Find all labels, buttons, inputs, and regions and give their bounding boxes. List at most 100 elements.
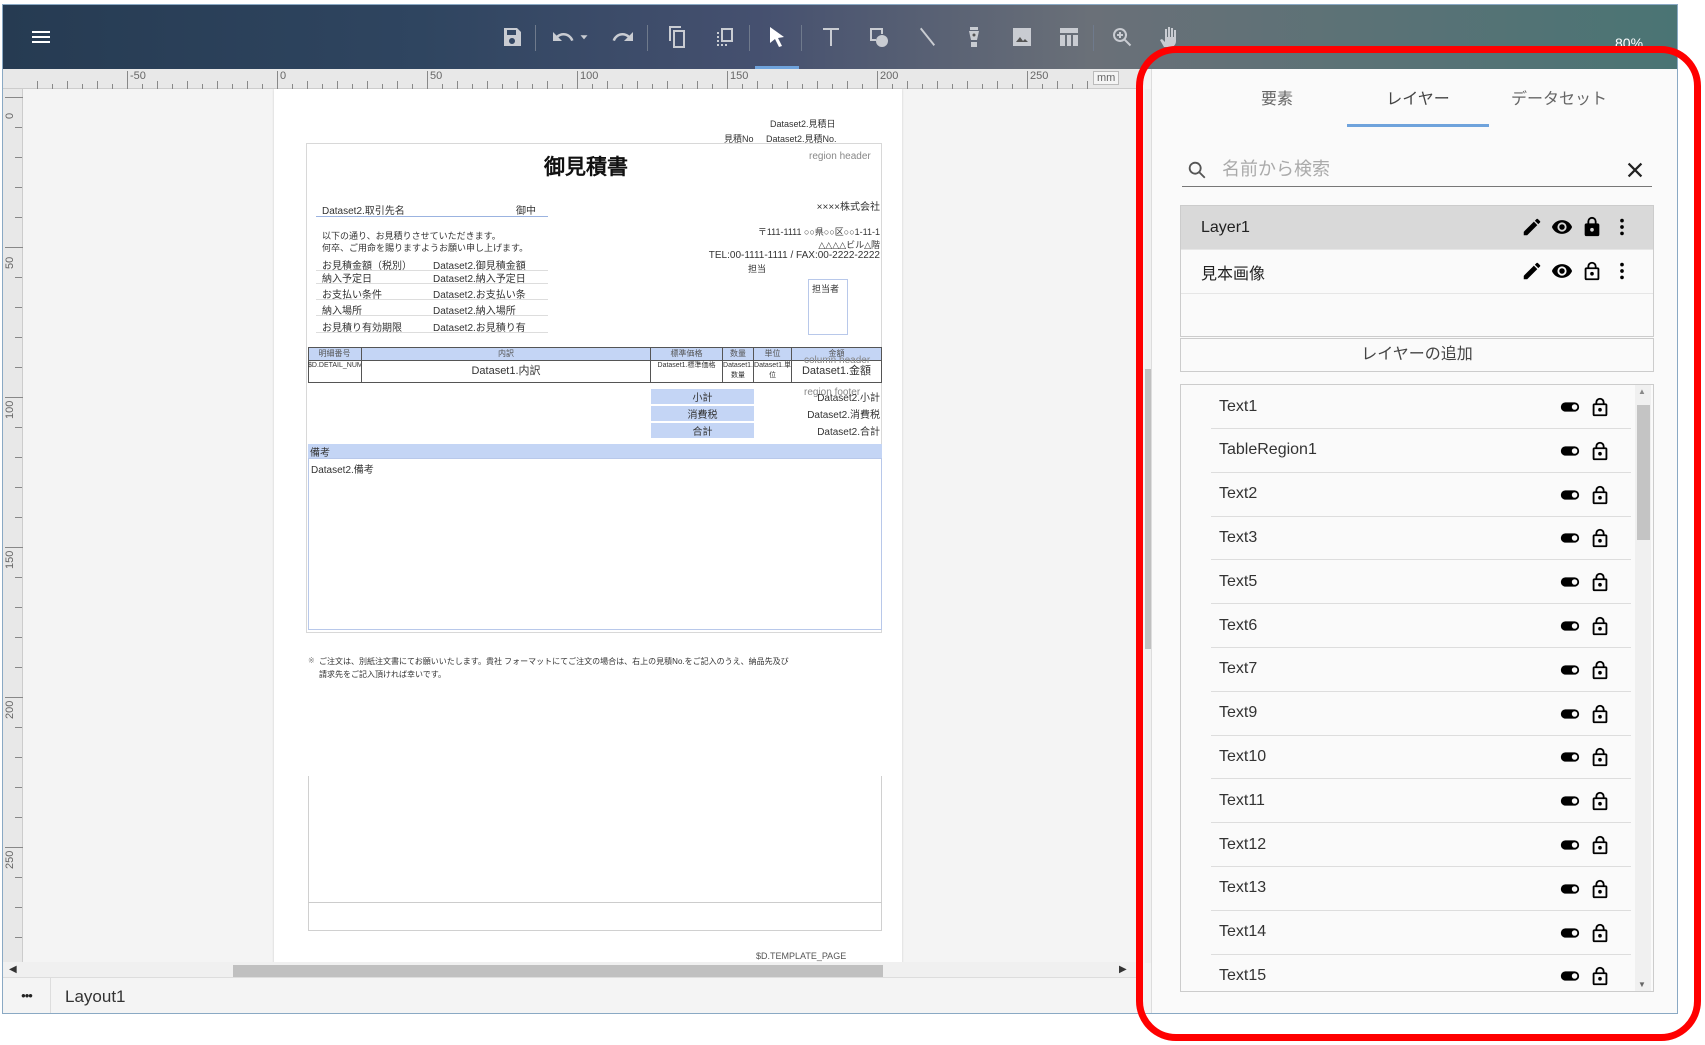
tab-layers[interactable]: レイヤー	[1348, 85, 1488, 109]
hand-tool-icon[interactable]	[1155, 23, 1183, 51]
note-line-1[interactable]: ご注文は、別紙注文書にてお願いいたします。貴社 フォーマットにてご注文の場合は、…	[319, 656, 789, 667]
intro-line-2[interactable]: 何卒、ご用命を賜りますようお願い申し上げます。	[322, 241, 528, 254]
shape-tool-icon[interactable]	[865, 23, 893, 51]
undo-dropdown-icon[interactable]	[577, 23, 591, 51]
staff-stamp-box[interactable]: 担当者	[808, 279, 848, 335]
visibility-toggle-icon[interactable]	[1559, 746, 1581, 768]
total-value[interactable]: Dataset2.小計	[817, 389, 880, 404]
scroll-left-arrow-icon[interactable]: ◀	[9, 964, 17, 975]
table-detail-cell[interactable]: Dataset1.数量	[723, 361, 754, 382]
visibility-toggle-icon[interactable]	[1559, 659, 1581, 681]
table-detail-cell[interactable]: Dataset1.金額	[792, 361, 882, 382]
design-canvas[interactable]: Dataset2.見積日 見積No Dataset2.見積No. region …	[24, 89, 1144, 963]
visibility-toggle-icon[interactable]	[1559, 527, 1581, 549]
lock-icon[interactable]	[1581, 216, 1603, 238]
table-header-cell[interactable]: 金額	[792, 348, 882, 360]
unlock-icon[interactable]	[1589, 484, 1611, 506]
table-detail-cell[interactable]: Dataset1.内訳	[362, 361, 651, 382]
element-row[interactable]: Text13	[1211, 867, 1631, 911]
visibility-toggle-icon[interactable]	[1559, 484, 1581, 506]
element-row[interactable]: Text1	[1211, 385, 1631, 429]
total-label[interactable]: 合計	[651, 423, 754, 438]
element-row[interactable]: Text12	[1211, 823, 1631, 867]
table-detail-cell[interactable]: $D.DETAIL_NUMBER	[308, 361, 362, 382]
table-header-cell[interactable]: 内訳	[362, 348, 651, 360]
layout-tab[interactable]: Layout1	[65, 987, 126, 1007]
visibility-toggle-icon[interactable]	[1559, 703, 1581, 725]
more-vert-icon[interactable]	[1611, 216, 1633, 238]
element-row[interactable]: Text5	[1211, 560, 1631, 605]
unlock-icon[interactable]	[1581, 260, 1603, 282]
tab-elements[interactable]: 要素	[1207, 85, 1347, 109]
visibility-toggle-icon[interactable]	[1559, 922, 1581, 944]
edit-icon[interactable]	[1521, 216, 1543, 238]
total-label[interactable]: 小計	[651, 389, 754, 404]
element-row[interactable]: Text9	[1211, 692, 1631, 736]
close-icon[interactable]	[1624, 159, 1646, 181]
tab-datasets[interactable]: データセット	[1489, 85, 1629, 109]
canvas-horizontal-scrollbar[interactable]: ◀ ▶	[3, 962, 1143, 978]
total-label[interactable]: 消費税	[651, 406, 754, 421]
document-title[interactable]: 御見積書	[544, 151, 628, 181]
element-row[interactable]: Text14	[1211, 911, 1631, 955]
pen-tool-icon[interactable]	[960, 23, 988, 51]
unlock-icon[interactable]	[1589, 922, 1611, 944]
visibility-toggle-icon[interactable]	[1559, 396, 1581, 418]
layer-row[interactable]: Layer1	[1181, 206, 1653, 250]
element-row[interactable]: Text3	[1211, 516, 1631, 561]
element-list-scrollbar[interactable]: ▲ ▼	[1635, 385, 1651, 991]
zoom-tool-icon[interactable]	[1108, 23, 1136, 51]
element-row[interactable]: Text11	[1211, 779, 1631, 824]
address-line-1[interactable]: 〒111-1111 ○○県○○区○○1-11-1	[758, 225, 880, 238]
visibility-toggle-icon[interactable]	[1559, 878, 1581, 900]
table-header-cell[interactable]: 明細番号	[308, 348, 362, 360]
element-row[interactable]: Text6	[1211, 604, 1631, 648]
add-layer-button[interactable]: レイヤーの追加	[1180, 338, 1654, 372]
element-row[interactable]: Text10	[1211, 735, 1631, 780]
unlock-icon[interactable]	[1589, 703, 1611, 725]
table-detail-cell[interactable]: Dataset1.単位	[754, 361, 792, 382]
element-row[interactable]: Text7	[1211, 648, 1631, 692]
copy-icon[interactable]	[663, 23, 691, 51]
scroll-right-arrow-icon[interactable]: ▶	[1119, 964, 1127, 975]
honorific-text[interactable]: 御中	[516, 202, 536, 217]
unlock-icon[interactable]	[1589, 615, 1611, 637]
table-detail-cell[interactable]: Dataset1.標準価格	[651, 361, 723, 382]
image-tool-icon[interactable]	[1008, 23, 1036, 51]
element-row[interactable]: Text2	[1211, 473, 1631, 517]
more-vert-icon[interactable]	[1611, 260, 1633, 282]
element-row[interactable]: TableRegion1	[1211, 429, 1631, 473]
layer-row[interactable]: 見本画像	[1181, 250, 1653, 294]
company-name[interactable]: ××××株式会社	[817, 198, 880, 213]
unlock-icon[interactable]	[1589, 878, 1611, 900]
line-tool-icon[interactable]	[913, 23, 941, 51]
eye-icon[interactable]	[1551, 260, 1573, 282]
visibility-toggle-icon[interactable]	[1559, 834, 1581, 856]
staff-label[interactable]: 担当	[748, 262, 766, 275]
note-line-2[interactable]: 請求先をご記入頂ければ幸いです。	[319, 669, 446, 680]
ruler-unit[interactable]: mm	[1093, 71, 1120, 85]
footer-region-frame[interactable]	[308, 776, 882, 931]
template-page-field[interactable]: $D.TEMPLATE_PAGE	[756, 951, 846, 961]
unlock-icon[interactable]	[1589, 440, 1611, 462]
select-icon[interactable]	[763, 23, 791, 51]
duplicate-icon[interactable]	[711, 23, 739, 51]
unlock-icon[interactable]	[1589, 659, 1611, 681]
total-value[interactable]: Dataset2.消費税	[807, 406, 880, 421]
unlock-icon[interactable]	[1589, 790, 1611, 812]
unlock-icon[interactable]	[1589, 834, 1611, 856]
remarks-box[interactable]: Dataset2.備考	[308, 458, 882, 630]
search-input[interactable]	[1222, 155, 1602, 183]
unlock-icon[interactable]	[1589, 571, 1611, 593]
remarks-header[interactable]: 備考	[308, 444, 882, 459]
client-name-field[interactable]: Dataset2.取引先名	[322, 202, 405, 217]
visibility-toggle-icon[interactable]	[1559, 965, 1581, 987]
total-value[interactable]: Dataset2.合計	[817, 423, 880, 438]
menu-icon[interactable]	[27, 23, 55, 51]
visibility-toggle-icon[interactable]	[1559, 615, 1581, 637]
save-icon[interactable]	[498, 23, 526, 51]
table-tool-icon[interactable]	[1055, 23, 1083, 51]
unlock-icon[interactable]	[1589, 396, 1611, 418]
undo-icon[interactable]	[549, 23, 577, 51]
table-header-cell[interactable]: 数量	[723, 348, 754, 360]
